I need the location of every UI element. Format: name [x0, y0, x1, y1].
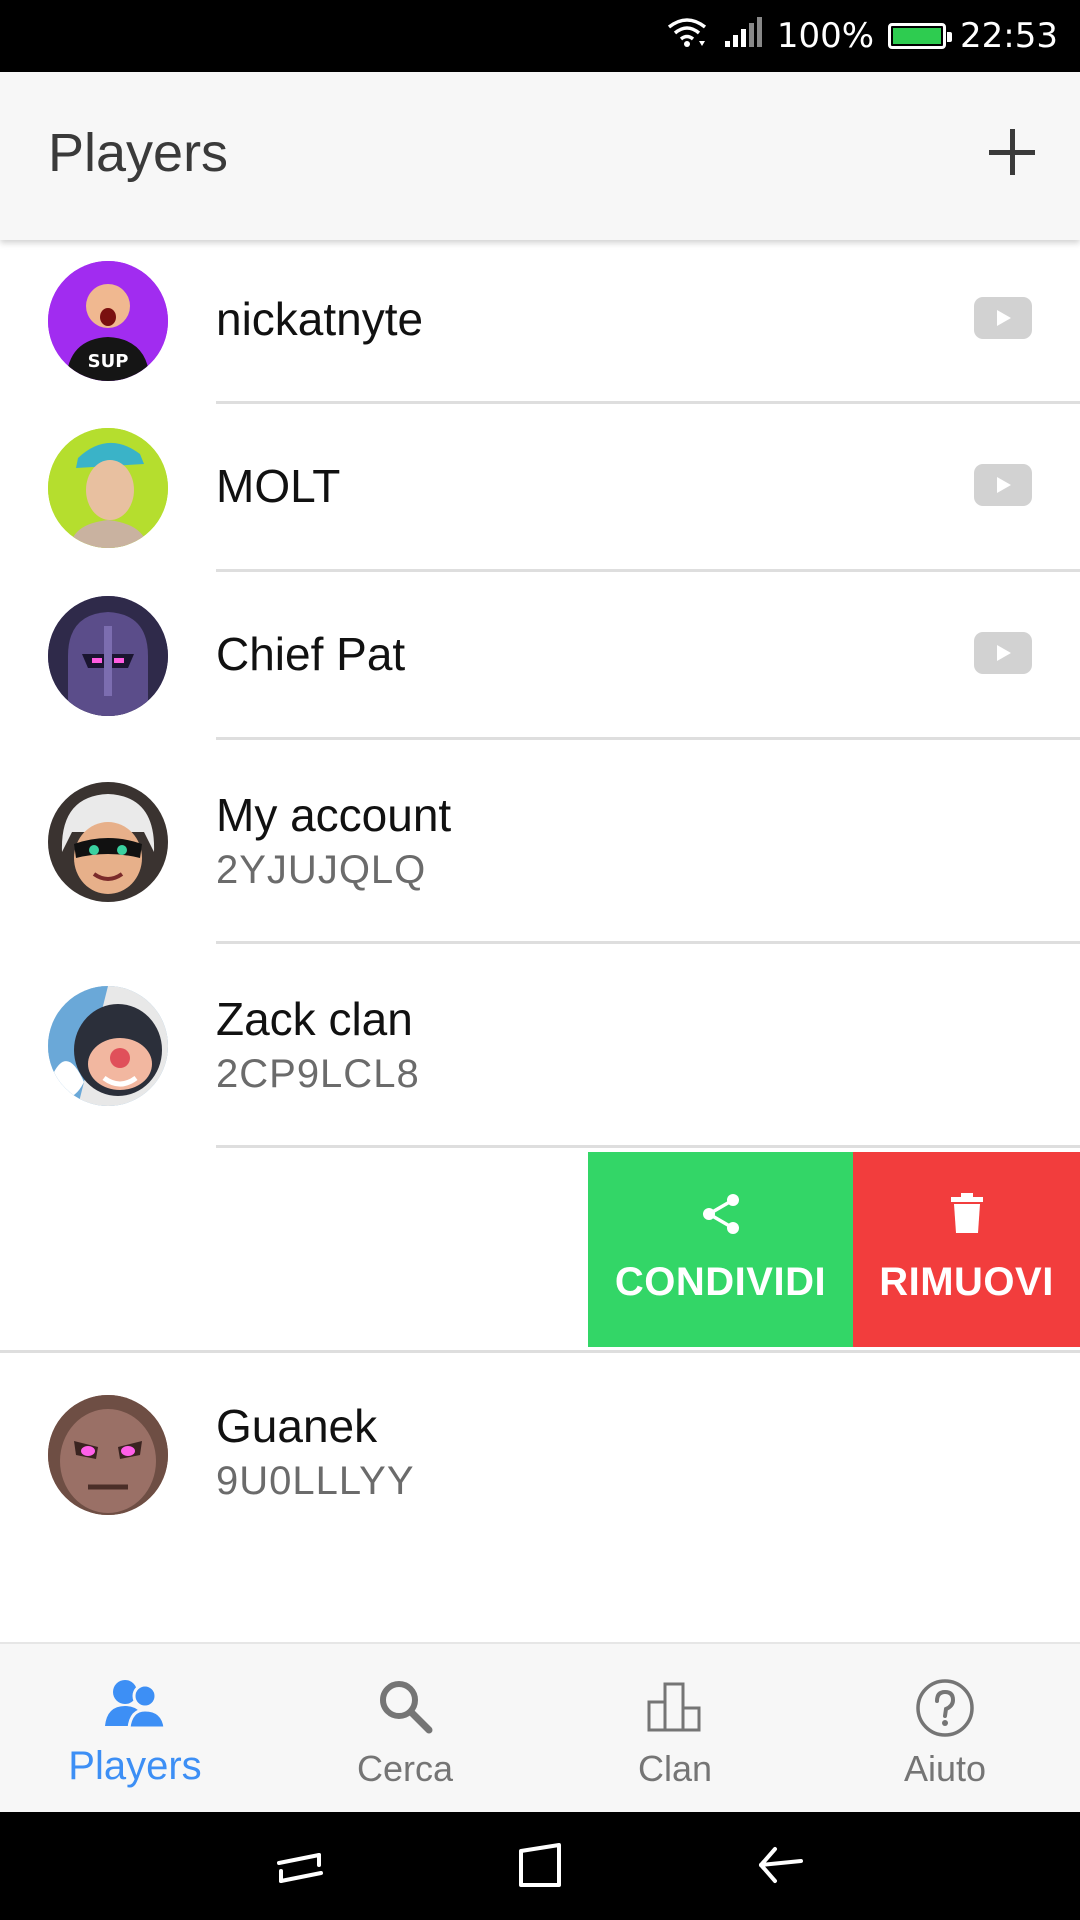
search-icon [380, 1681, 433, 1734]
home-icon [519, 1843, 561, 1887]
battery-icon [888, 23, 953, 49]
player-name: My account [216, 789, 452, 841]
signal-icon [723, 15, 763, 58]
player-name: MOLT [216, 460, 341, 512]
player-tag: 9U0LLLYY [216, 1459, 415, 1503]
player-row[interactable]: Guanek 9U0LLLYY [0, 1353, 1080, 1553]
nav-clan-label: Clan [637, 1748, 713, 1789]
player-tag: 2CP9LCL8 [216, 1052, 420, 1096]
wifi-icon [665, 15, 709, 58]
remove-action-button[interactable]: RIMUOVI [853, 1152, 1080, 1347]
avatar [48, 428, 168, 548]
remove-action-label: RIMUOVI [879, 1260, 1054, 1304]
nav-search[interactable]: Cerca [270, 1644, 540, 1814]
avatar: SUP [48, 261, 168, 381]
share-action-button[interactable]: CONDIVIDI [588, 1152, 853, 1347]
nav-players-label: Players [68, 1744, 202, 1788]
system-nav-bar [0, 1812, 1080, 1920]
player-name: Guanek [216, 1400, 378, 1452]
share-action-label: CONDIVIDI [614, 1260, 827, 1304]
svg-text:SUP: SUP [88, 351, 129, 372]
trash-icon [950, 1193, 983, 1233]
avatar [48, 596, 168, 716]
nav-clan[interactable]: Clan [540, 1644, 810, 1814]
nav-players[interactable]: Players [0, 1644, 270, 1814]
youtube-icon[interactable] [974, 297, 1032, 339]
nav-help[interactable]: Aiuto [810, 1644, 1080, 1814]
share-icon [702, 1194, 739, 1234]
back-icon [759, 1847, 803, 1883]
nav-help-label: Aiuto [903, 1748, 987, 1789]
app-bar: Players [0, 72, 1080, 240]
youtube-icon[interactable] [974, 632, 1032, 674]
clan-icon [647, 1682, 701, 1732]
player-row[interactable]: Chief Pat [0, 572, 1080, 740]
status-bar: 100% 22:53 [0, 0, 1080, 72]
players-icon [105, 1680, 167, 1730]
add-player-button[interactable] [972, 112, 1052, 192]
nav-search-label: Cerca [356, 1748, 454, 1789]
battery-percent: 100% [776, 16, 875, 56]
player-tag: 2YJUJQLQ [216, 848, 427, 892]
clock: 22:53 [960, 16, 1058, 56]
player-name: nickatnyte [216, 293, 424, 345]
help-icon [916, 1679, 974, 1737]
player-name: Zack clan [216, 993, 413, 1045]
home-button[interactable] [500, 1830, 580, 1902]
youtube-icon[interactable] [974, 464, 1032, 506]
player-name: Chief Pat [216, 628, 406, 680]
plus-icon [989, 129, 1035, 175]
recent-apps-icon [277, 1853, 323, 1883]
page-title: Players [48, 123, 229, 183]
player-row[interactable]: My account 2YJUJQLQ [0, 740, 1080, 944]
avatar [48, 782, 168, 902]
avatar [48, 1395, 168, 1515]
back-button[interactable] [740, 1830, 820, 1902]
player-row[interactable]: SUP nickatnyte [0, 240, 1080, 404]
bottom-nav: Players Cerca Clan Aiuto [0, 1642, 1080, 1814]
recent-apps-button[interactable] [260, 1830, 340, 1902]
player-row[interactable]: Zack clan 2CP9LCL8 [0, 944, 1080, 1148]
row-divider [216, 1145, 1080, 1148]
player-row[interactable]: MOLT [0, 404, 1080, 572]
avatar [48, 986, 168, 1106]
